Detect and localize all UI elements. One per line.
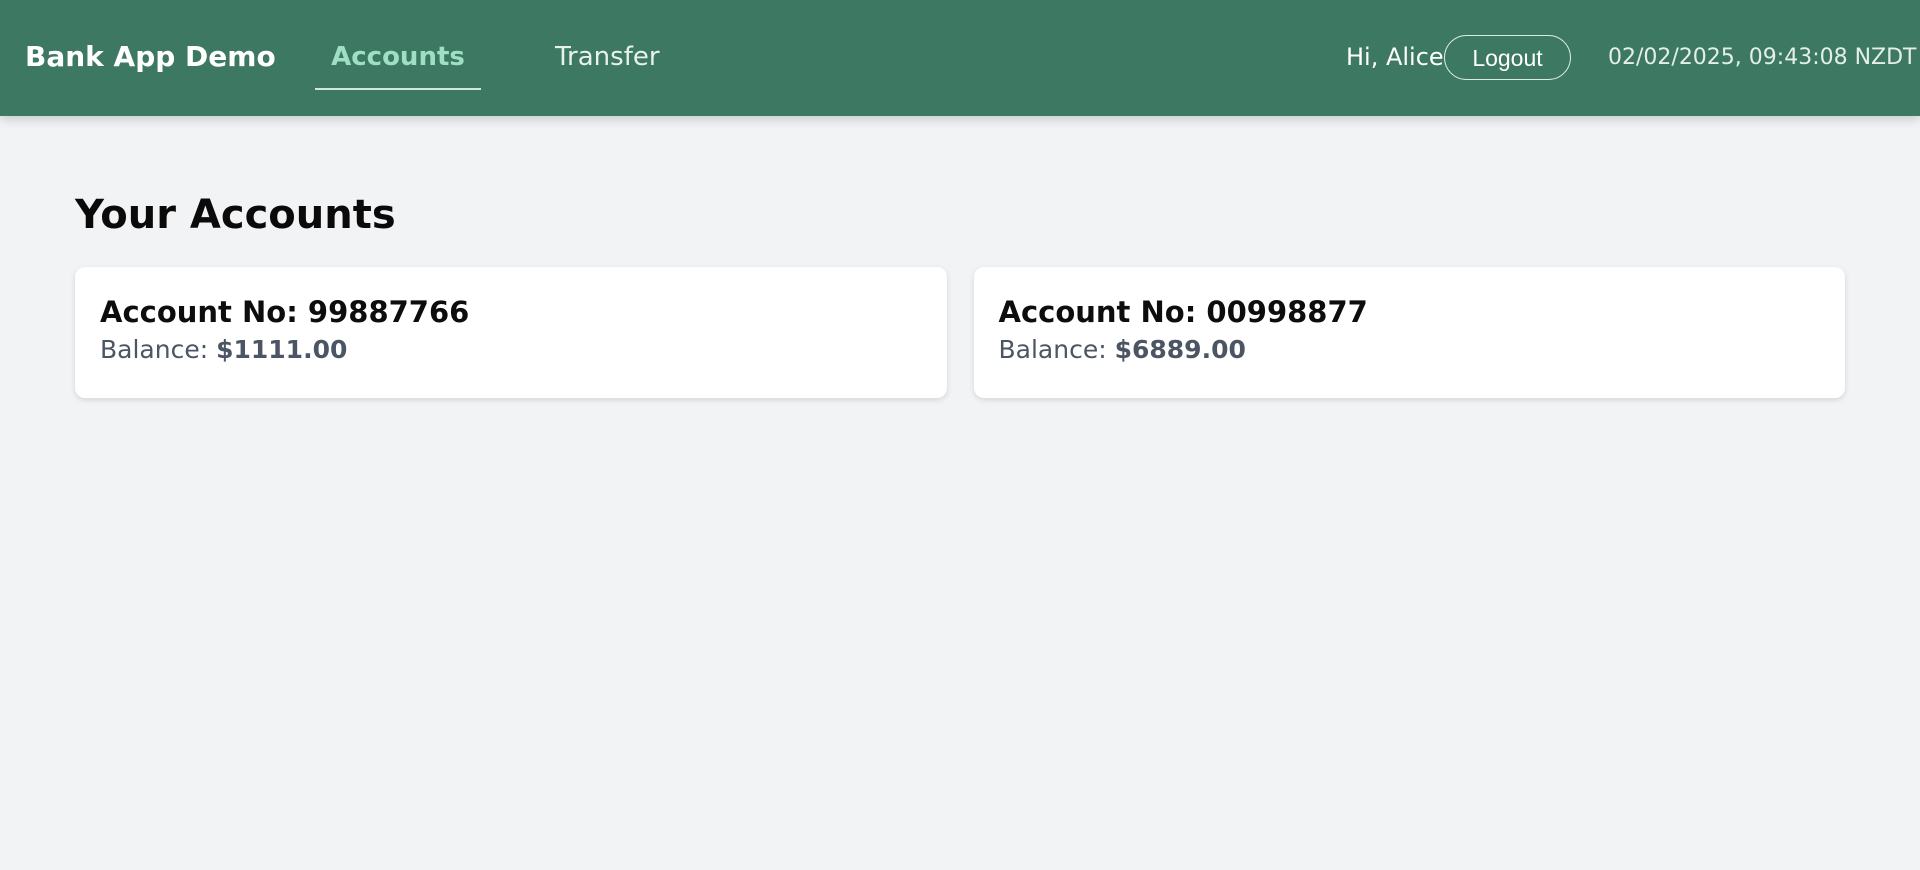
tab-transfer[interactable]: Transfer xyxy=(555,40,660,74)
balance-amount: $1111.00 xyxy=(216,335,348,364)
tab-accounts[interactable]: Accounts xyxy=(315,40,481,90)
current-datetime: 02/02/2025, 09:43:08 NZDT xyxy=(1608,45,1917,70)
balance-amount: $6889.00 xyxy=(1114,335,1246,364)
account-number-label: Account No: xyxy=(100,295,298,329)
account-balance: Balance: $6889.00 xyxy=(999,333,1821,367)
active-tab-underline xyxy=(315,88,481,90)
balance-label: Balance: xyxy=(998,335,1107,364)
account-number: Account No: 99887766 xyxy=(100,293,922,331)
account-number-value: 99887766 xyxy=(307,295,470,329)
account-number-label: Account No: xyxy=(998,295,1197,329)
brand-title[interactable]: Bank App Demo xyxy=(25,39,276,75)
tab-accounts-label: Accounts xyxy=(331,42,465,72)
top-navbar: Bank App Demo Accounts Transfer Hi, Alic… xyxy=(0,0,1920,116)
account-number-value: 00998877 xyxy=(1206,295,1368,329)
account-card: Account No: 99887766 Balance: $1111.00 xyxy=(75,267,947,398)
account-cards: Account No: 99887766 Balance: $1111.00 A… xyxy=(75,267,1845,398)
account-card: Account No: 00998877 Balance: $6889.00 xyxy=(973,267,1845,398)
main-content: Your Accounts Account No: 99887766 Balan… xyxy=(75,188,1845,398)
page-title: Your Accounts xyxy=(75,192,396,238)
account-number: Account No: 00998877 xyxy=(999,293,1821,331)
balance-label: Balance: xyxy=(100,335,209,364)
logout-button[interactable]: Logout xyxy=(1444,35,1571,80)
user-greeting: Hi, Alice xyxy=(1346,43,1444,71)
tab-transfer-label: Transfer xyxy=(555,42,660,72)
account-balance: Balance: $1111.00 xyxy=(100,333,922,367)
